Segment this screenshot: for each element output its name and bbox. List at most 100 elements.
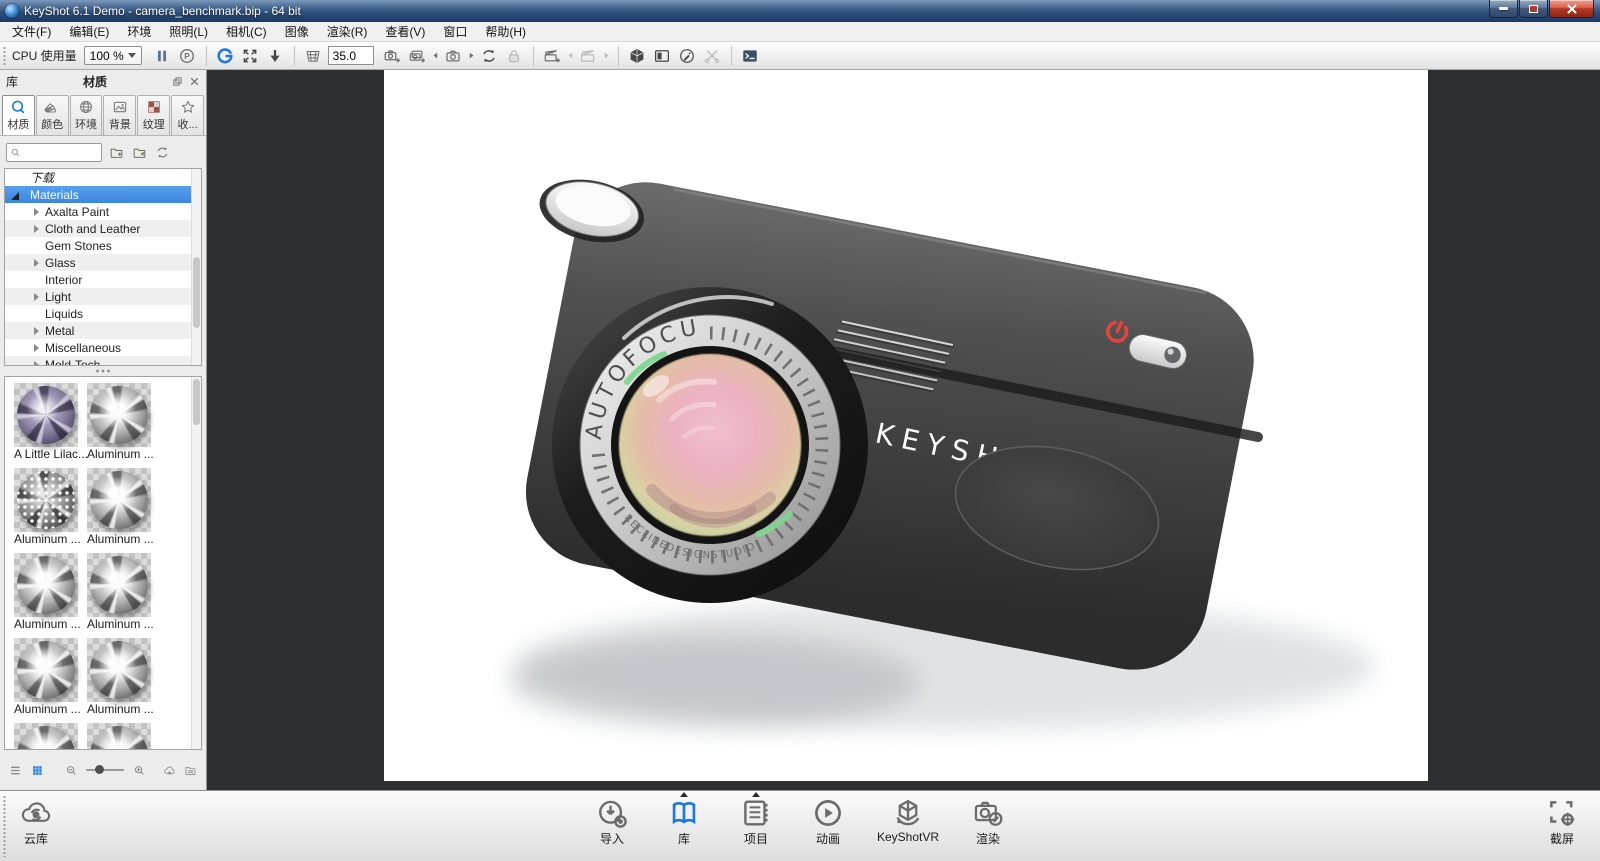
material-thumb[interactable]: Aluminum ... <box>14 638 78 717</box>
add-keyframe-button[interactable] <box>540 43 565 68</box>
list-view-button[interactable] <box>9 763 22 778</box>
float-panel-icon[interactable] <box>172 76 183 87</box>
thumbs-scrollbar-thumb[interactable] <box>193 379 200 425</box>
add-camera-button[interactable] <box>380 43 405 68</box>
material-thumb[interactable]: Aluminum ... <box>87 468 151 547</box>
close-button[interactable] <box>1549 0 1594 18</box>
next-camera-button[interactable] <box>466 43 477 68</box>
dock-item-cloud-library[interactable]: 云库 <box>13 791 59 847</box>
import-folder-button[interactable] <box>132 145 147 160</box>
grid-view-button[interactable] <box>31 763 44 778</box>
menu-item-file[interactable]: 文件(F) <box>3 21 60 42</box>
dock-item-library[interactable]: 库 <box>661 791 707 861</box>
dock-item-import[interactable]: 导入 <box>589 791 635 861</box>
region-render-button[interactable] <box>650 43 675 68</box>
menu-item-edit[interactable]: 编辑(E) <box>60 21 118 42</box>
dock-item-screenshot[interactable]: 截屏 <box>1539 791 1585 847</box>
menu-item-view[interactable]: 查看(V) <box>376 21 434 42</box>
menu-item-camera[interactable]: 相机(C) <box>217 21 276 42</box>
tab-materials[interactable]: 材质 <box>2 95 35 135</box>
collapsed-arrow-icon[interactable] <box>34 361 39 366</box>
menu-item-window[interactable]: 窗口 <box>434 21 476 42</box>
minimize-button[interactable] <box>1489 0 1518 18</box>
tree-scrollbar-thumb[interactable] <box>193 257 200 328</box>
menu-item-render[interactable]: 渲染(R) <box>318 21 377 42</box>
menu-item-environment[interactable]: 环境 <box>118 21 160 42</box>
dock-item-keyshotvr[interactable]: KeyShotVR <box>877 791 939 861</box>
search-box[interactable] <box>6 143 102 162</box>
prev-keyframe-button[interactable] <box>565 43 576 68</box>
camera-reset-button[interactable] <box>477 43 502 68</box>
fullscreen-button[interactable] <box>238 43 263 68</box>
material-thumb[interactable]: Aluminum ... <box>14 468 78 547</box>
refresh-library-button[interactable] <box>155 145 170 160</box>
cpu-usage-dropdown[interactable]: 100 % <box>84 46 142 65</box>
denoise-button[interactable] <box>700 43 725 68</box>
panel-splitter[interactable] <box>0 366 206 376</box>
tab-environments[interactable]: 环境 <box>70 95 103 135</box>
save-screenshot-button[interactable] <box>263 43 288 68</box>
collapsed-arrow-icon[interactable] <box>34 344 39 352</box>
tree-item-liquids[interactable]: Liquids <box>5 305 191 322</box>
tree-item-axalta-paint[interactable]: Axalta Paint <box>5 203 191 220</box>
menu-item-image[interactable]: 图像 <box>276 21 318 42</box>
collapsed-arrow-icon[interactable] <box>34 259 39 267</box>
add-multi-camera-button[interactable] <box>405 43 430 68</box>
tree-item-metal[interactable]: Metal <box>5 322 191 339</box>
realtime-viewport[interactable]: KEYSHOT <box>207 70 1600 790</box>
upload-cloud-button[interactable] <box>163 763 176 778</box>
camera-cycle-button[interactable] <box>441 43 466 68</box>
tree-scrollbar[interactable] <box>191 169 201 365</box>
material-thumb[interactable]: Aluminum ... <box>87 383 151 462</box>
material-thumb[interactable]: Aluminum ... <box>14 723 78 750</box>
tree-item-cloth-and-leather[interactable]: Cloth and Leather <box>5 220 191 237</box>
collapsed-arrow-icon[interactable] <box>34 327 39 335</box>
camera-lock-button[interactable] <box>502 43 527 68</box>
material-thumb[interactable]: Aluminum ... <box>87 723 151 750</box>
slider-knob[interactable] <box>95 765 104 774</box>
tree-item-mold-tech[interactable]: Mold-Tech <box>5 356 191 366</box>
tree-item-materials[interactable]: Materials <box>5 186 191 203</box>
focal-length-input[interactable] <box>328 46 374 65</box>
thumbnail-larger-button[interactable] <box>133 763 146 778</box>
realtime-render-toggle[interactable] <box>213 43 238 68</box>
dock-item-render[interactable]: 渲染 <box>965 791 1011 861</box>
keyframe-button[interactable] <box>576 43 601 68</box>
prev-camera-button[interactable] <box>430 43 441 68</box>
close-panel-icon[interactable] <box>189 76 200 87</box>
material-thumb[interactable]: A Little Lilac... <box>14 383 78 462</box>
tree-item-glass[interactable]: Glass <box>5 254 191 271</box>
add-folder-button[interactable] <box>109 145 124 160</box>
geometry-view-button[interactable] <box>625 43 650 68</box>
collapsed-arrow-icon[interactable] <box>34 293 39 301</box>
dock-item-animation[interactable]: 动画 <box>805 791 851 861</box>
search-input[interactable] <box>21 147 98 159</box>
next-keyframe-button[interactable] <box>601 43 612 68</box>
menu-item-lighting[interactable]: 照明(L) <box>160 21 217 42</box>
scripting-console-button[interactable] <box>738 43 763 68</box>
open-library-folder-button[interactable] <box>184 763 197 778</box>
tab-favorites[interactable]: 收... <box>171 95 204 135</box>
material-thumb[interactable]: Aluminum ... <box>87 638 151 717</box>
material-thumb[interactable]: Aluminum ... <box>87 553 151 632</box>
tree-item-interior[interactable]: Interior <box>5 271 191 288</box>
thumbnail-smaller-button[interactable] <box>65 763 78 778</box>
tree-item-gem-stones[interactable]: Gem Stones <box>5 237 191 254</box>
render-canvas[interactable]: KEYSHOT <box>384 70 1428 781</box>
performance-mode-button[interactable] <box>175 43 200 68</box>
material-thumb[interactable]: Aluminum ... <box>14 553 78 632</box>
restore-button[interactable] <box>1519 0 1548 18</box>
tree-item-miscellaneous[interactable]: Miscellaneous <box>5 339 191 356</box>
expanded-arrow-icon[interactable] <box>11 192 19 200</box>
thumbs-scrollbar[interactable] <box>191 377 201 749</box>
collapsed-arrow-icon[interactable] <box>34 225 39 233</box>
tab-backplates[interactable]: 背景 <box>103 95 136 135</box>
tree-item-downloads[interactable]: 下载 <box>5 169 191 186</box>
tab-colors[interactable]: 颜色 <box>36 95 69 135</box>
thumbnail-size-slider[interactable] <box>86 769 123 771</box>
material-template-button[interactable] <box>675 43 700 68</box>
pause-button[interactable] <box>150 43 175 68</box>
tree-item-light[interactable]: Light <box>5 288 191 305</box>
dock-item-project[interactable]: 项目 <box>733 791 779 861</box>
perspective-button[interactable] <box>301 43 326 68</box>
